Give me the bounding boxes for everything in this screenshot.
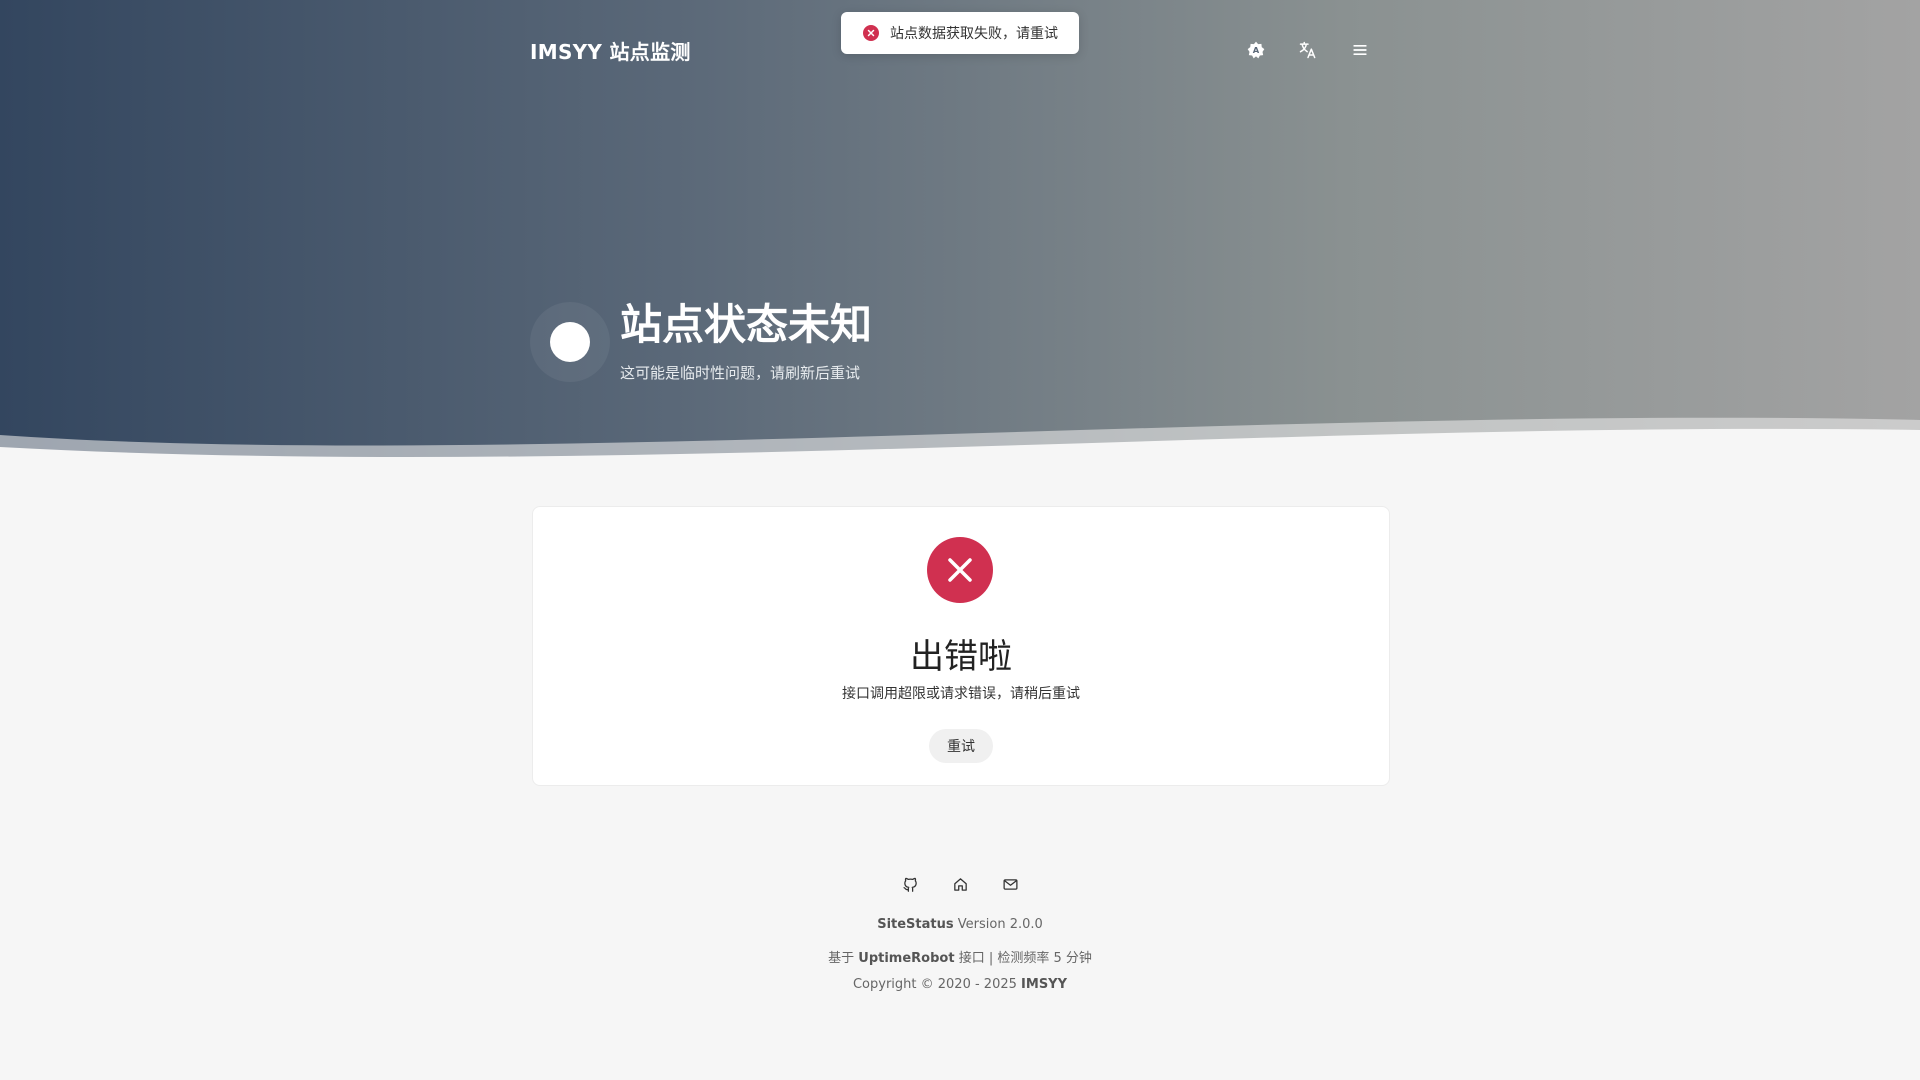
wave-divider: [0, 417, 1920, 480]
hero-banner: IMSYY 站点监测 A 站点状态未知 这可能是临时性问题，请刷新后重试: [0, 0, 1920, 480]
status-dot: [550, 322, 590, 362]
close-icon: [927, 537, 993, 603]
toast-message: 站点数据获取失败，请重试: [890, 26, 1058, 42]
home-icon: [953, 877, 967, 891]
api-provider[interactable]: UptimeRobot: [858, 951, 954, 966]
status-title: 站点状态未知: [620, 300, 873, 349]
language-button[interactable]: [1290, 32, 1326, 68]
status-subtitle: 这可能是临时性问题，请刷新后重试: [620, 364, 861, 382]
github-icon: [902, 877, 917, 892]
home-link[interactable]: [948, 872, 972, 896]
error-toast: 站点数据获取失败，请重试: [841, 12, 1079, 54]
translate-icon: [1299, 41, 1316, 59]
error-description: 接口调用超限或请求错误，请稍后重试: [842, 686, 1080, 702]
error-card: 出错啦 接口调用超限或请求错误，请稍后重试 重试: [532, 506, 1390, 786]
mail-link[interactable]: [998, 872, 1022, 896]
based-suffix: 接口 | 检测频率 5 分钟: [958, 951, 1092, 966]
footer-copyright: Copyright © 2020 - 2025 IMSYY: [0, 977, 1920, 992]
page: IMSYY 站点监测 A 站点状态未知 这可能是临时性问题，请刷新后重试 站点数…: [0, 0, 1920, 1080]
based-prefix: 基于: [828, 951, 855, 966]
footer-api-info: 基于 UptimeRobot 接口 | 检测频率 5 分钟: [0, 947, 1920, 966]
footer-version: SiteStatus Version 2.0.0: [0, 917, 1920, 932]
theme-icon: A: [1247, 41, 1265, 59]
retry-button[interactable]: 重试: [929, 729, 993, 763]
footer-links: [898, 872, 1022, 896]
mail-icon: [1002, 878, 1018, 890]
status-indicator: [530, 302, 610, 382]
error-title: 出错啦: [910, 637, 1012, 677]
error-icon: [863, 25, 879, 41]
site-title[interactable]: IMSYY 站点监测: [530, 36, 691, 65]
menu-icon: [1353, 45, 1367, 56]
app-name: SiteStatus: [877, 917, 954, 932]
copyright-owner[interactable]: IMSYY: [1021, 977, 1067, 992]
theme-toggle-button[interactable]: A: [1238, 32, 1274, 68]
menu-button[interactable]: [1342, 32, 1378, 68]
app-version: Version 2.0.0: [957, 917, 1043, 932]
copyright-text: Copyright © 2020 - 2025: [852, 977, 1017, 992]
github-link[interactable]: [898, 872, 922, 896]
svg-text:A: A: [1253, 45, 1260, 55]
